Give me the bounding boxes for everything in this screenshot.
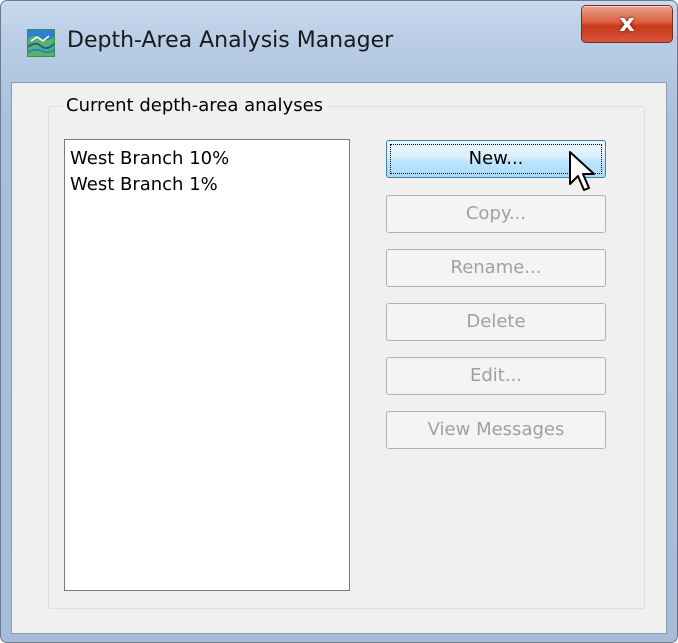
edit-button[interactable]: Edit... xyxy=(386,357,606,395)
dialog-client-area: Current depth-area analyses West Branch … xyxy=(11,82,667,634)
groupbox-label: Current depth-area analyses xyxy=(62,95,328,116)
close-icon: x xyxy=(619,9,635,37)
view-messages-button-label: View Messages xyxy=(427,419,565,440)
delete-button-label: Delete xyxy=(466,311,526,332)
copy-button[interactable]: Copy... xyxy=(386,195,606,233)
rename-button[interactable]: Rename... xyxy=(386,249,606,287)
view-messages-button[interactable]: View Messages xyxy=(386,411,606,449)
depth-area-app-icon xyxy=(27,29,55,57)
delete-button[interactable]: Delete xyxy=(386,303,606,341)
list-item[interactable]: West Branch 1% xyxy=(65,172,349,198)
close-button[interactable]: x xyxy=(581,5,673,43)
rename-button-label: Rename... xyxy=(450,257,542,278)
copy-button-label: Copy... xyxy=(465,203,527,224)
dialog-window: Depth-Area Analysis Manager x Current de… xyxy=(0,0,678,643)
analyses-listbox[interactable]: West Branch 10% West Branch 1% xyxy=(64,139,350,591)
edit-button-label: Edit... xyxy=(469,365,523,386)
list-item[interactable]: West Branch 10% xyxy=(65,146,349,172)
mouse-pointer-icon xyxy=(569,151,595,191)
window-title: Depth-Area Analysis Manager xyxy=(67,28,394,53)
title-bar[interactable]: Depth-Area Analysis Manager x xyxy=(1,1,677,81)
